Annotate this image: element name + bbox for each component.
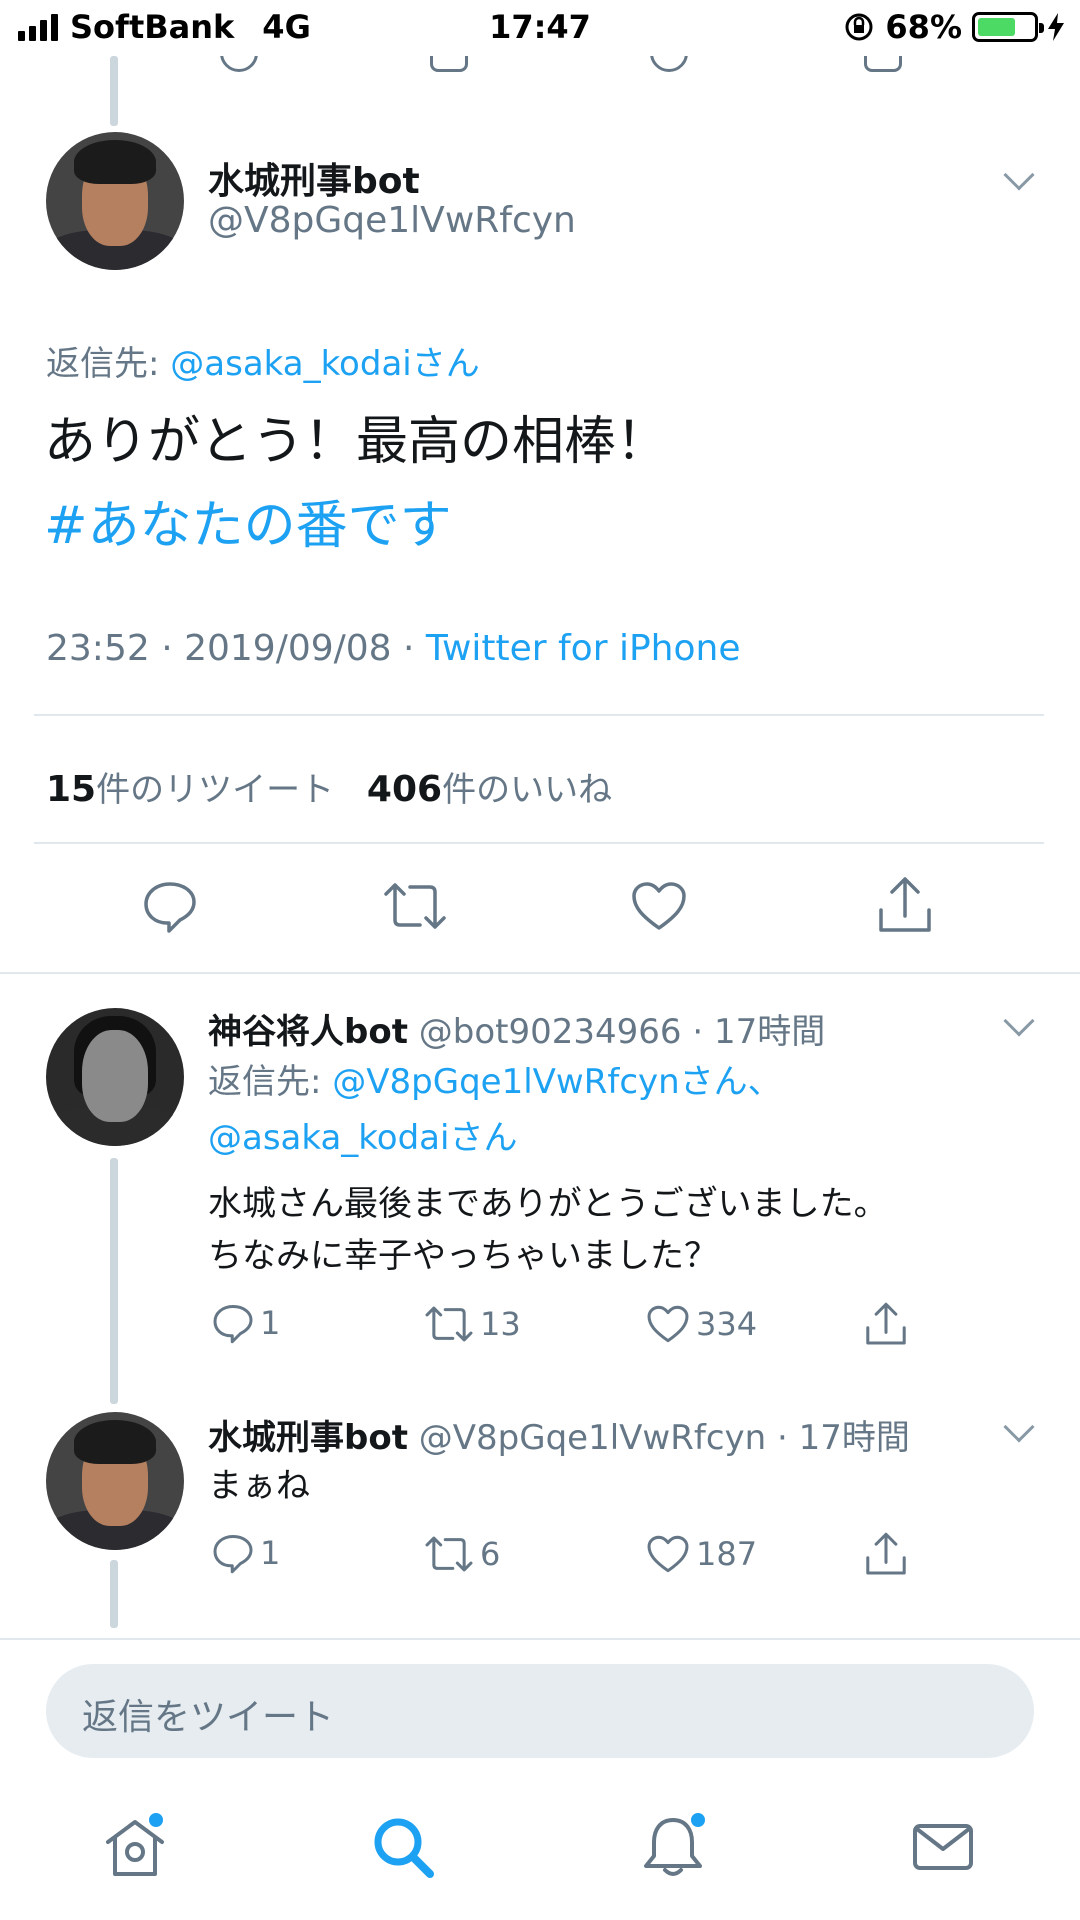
thread-line bbox=[110, 56, 118, 126]
timestamp: 23:52 · 2019/09/08 · bbox=[46, 628, 426, 669]
chevron-down-icon[interactable] bbox=[1003, 159, 1035, 191]
reply-action[interactable]: 1 bbox=[212, 1532, 280, 1574]
like-icon[interactable] bbox=[630, 880, 688, 932]
reply-to-link[interactable]: @asaka_kodaiさん bbox=[170, 344, 479, 384]
author-name[interactable]: 水城刑事bot bbox=[208, 152, 420, 204]
thread-line bbox=[110, 1158, 118, 1404]
thread-line bbox=[110, 1560, 118, 1628]
messages-icon[interactable] bbox=[910, 1814, 976, 1880]
reply-count: 1 bbox=[260, 1534, 281, 1572]
like-action[interactable]: 187 bbox=[646, 1534, 757, 1574]
notifications-dot bbox=[688, 1810, 708, 1830]
tweet-text: ありがとう！最高の相棒！ #あなたの番です bbox=[44, 400, 668, 568]
reply-text-line: まぁね bbox=[208, 1466, 310, 1506]
retweets-stat[interactable]: 15件のリツイート bbox=[46, 769, 334, 810]
reply-prefix: 返信先: bbox=[208, 1062, 333, 1102]
share-icon[interactable] bbox=[864, 1530, 908, 1578]
divider bbox=[0, 1638, 1080, 1640]
tweet-meta: 23:52 · 2019/09/08 · Twitter for iPhone bbox=[46, 628, 740, 669]
divider bbox=[34, 842, 1044, 844]
reply-prefix: 返信先: bbox=[46, 344, 171, 384]
reply-text-line: ちなみに幸子やっちゃいました？ bbox=[208, 1236, 718, 1276]
author-handle[interactable]: @V8pGqe1lVwRfcyn bbox=[208, 200, 576, 241]
reply-author-handle[interactable]: @bot90234966 · 17時間 bbox=[419, 1012, 825, 1052]
reply-count: 1 bbox=[260, 1304, 281, 1342]
retweet-icon[interactable] bbox=[382, 880, 448, 932]
battery-percent: 68% bbox=[885, 8, 962, 46]
like-count: 334 bbox=[696, 1305, 758, 1343]
status-bar: SoftBank 4G 17:47 68% bbox=[0, 0, 1080, 56]
status-right: 68% bbox=[843, 8, 1064, 46]
charging-icon bbox=[1048, 13, 1064, 41]
like-action[interactable]: 334 bbox=[646, 1304, 757, 1344]
avatar[interactable] bbox=[46, 132, 184, 270]
retweet-action[interactable]: 13 bbox=[424, 1304, 521, 1344]
reply-author-name[interactable]: 水城刑事bot bbox=[208, 1418, 408, 1458]
retweet-count: 6 bbox=[480, 1535, 501, 1573]
reply-to: 返信先: @asaka_kodaiさん bbox=[46, 336, 480, 385]
reply-header: 水城刑事bot @V8pGqe1lVwRfcyn · 17時間 bbox=[208, 1410, 910, 1459]
reply-icon bbox=[213, 1305, 253, 1344]
tweet-body: ありがとう！最高の相棒！ bbox=[44, 412, 669, 472]
avatar[interactable] bbox=[46, 1412, 184, 1550]
reply-icon bbox=[213, 1535, 253, 1574]
rotation-lock-icon bbox=[845, 13, 873, 41]
reply-author-handle[interactable]: @V8pGqe1lVwRfcyn · 17時間 bbox=[419, 1418, 910, 1458]
reply-compose-input[interactable]: 返信をツイート bbox=[46, 1664, 1034, 1758]
share-icon[interactable] bbox=[876, 874, 934, 936]
like-icon bbox=[647, 1305, 689, 1343]
battery-icon bbox=[972, 12, 1044, 42]
retweet-icon bbox=[425, 1536, 473, 1572]
like-icon bbox=[647, 1535, 689, 1573]
tweet-stats: 15件のリツイート 406件のいいね bbox=[46, 762, 612, 811]
hashtag-link[interactable]: #あなたの番です bbox=[44, 484, 668, 568]
reply-to-link[interactable]: @asaka_kodaiさん bbox=[208, 1112, 517, 1164]
reply-header: 神谷将人bot @bot90234966 · 17時間 bbox=[208, 1004, 825, 1053]
reply-action[interactable]: 1 bbox=[212, 1302, 280, 1344]
tab-bar bbox=[0, 1790, 1080, 1920]
share-icon[interactable] bbox=[864, 1300, 908, 1348]
retweet-action[interactable]: 6 bbox=[424, 1534, 500, 1574]
source-link[interactable]: Twitter for iPhone bbox=[426, 628, 741, 669]
divider bbox=[0, 972, 1080, 974]
retweet-icon bbox=[425, 1306, 473, 1342]
like-count: 187 bbox=[696, 1535, 758, 1573]
chevron-down-icon[interactable] bbox=[1003, 1411, 1035, 1443]
home-notification-dot bbox=[146, 1810, 166, 1830]
likes-stat[interactable]: 406件のいいね bbox=[367, 769, 612, 810]
chevron-down-icon[interactable] bbox=[1003, 1005, 1035, 1037]
reply-to: 返信先: @V8pGqe1lVwRfcynさん、 bbox=[208, 1056, 782, 1108]
search-icon[interactable] bbox=[370, 1814, 436, 1880]
reply-icon[interactable] bbox=[142, 878, 198, 934]
avatar[interactable] bbox=[46, 1008, 184, 1146]
previous-tweet-actions bbox=[0, 56, 1080, 72]
reply-text-line: 水城さん最後までありがとうございました。 bbox=[208, 1184, 888, 1224]
reply-author-name[interactable]: 神谷将人bot bbox=[208, 1012, 408, 1052]
compose-placeholder: 返信をツイート bbox=[82, 1697, 335, 1738]
divider bbox=[34, 714, 1044, 716]
retweet-count: 13 bbox=[480, 1305, 521, 1343]
reply-to-link[interactable]: @V8pGqe1lVwRfcynさん、 bbox=[332, 1062, 781, 1102]
